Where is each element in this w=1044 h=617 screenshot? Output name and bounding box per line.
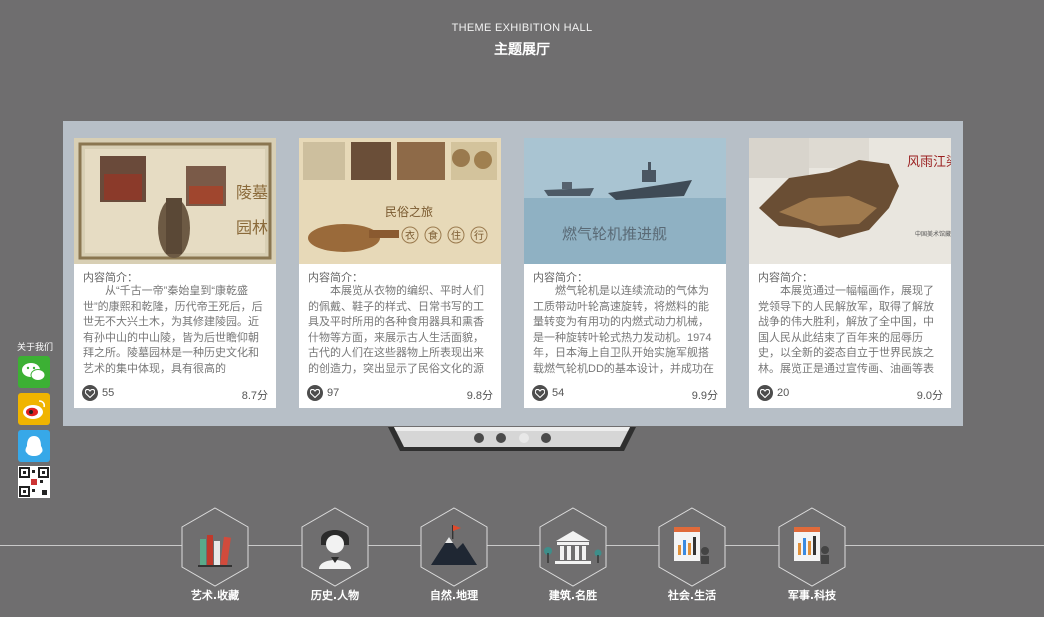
thumb-caption: 燃气轮机推进舰 bbox=[562, 225, 667, 243]
thumb-caption: 食 bbox=[428, 229, 438, 242]
intro-label: 内容简介： bbox=[83, 272, 138, 284]
category-label: 艺术.收藏 bbox=[190, 589, 240, 602]
card-footer: 20 9.0分 bbox=[757, 385, 943, 403]
header-title-cn: 主题展厅 bbox=[494, 42, 550, 58]
intro-label: 内容简介： bbox=[533, 272, 588, 284]
category-baseline bbox=[0, 545, 1044, 546]
exhibit-thumbnail[interactable]: 民俗之旅 衣 食 住 行 bbox=[299, 138, 501, 264]
intro-label: 内容简介： bbox=[308, 272, 363, 284]
thumb-caption: 中国美术馆藏 bbox=[915, 230, 951, 238]
exhibit-card[interactable]: 风雨江染 中国美术馆藏 内容简介： 本展览通过一幅幅画作，展现了党领导下的人民解… bbox=[749, 138, 951, 408]
like-count: 55 bbox=[102, 387, 115, 399]
exhibit-description: 本展览通过一幅幅画作，展现了党领导下的人民解放军，取得了解放战争的伟大胜利，解放… bbox=[758, 285, 934, 374]
thumb-caption: 风雨江染 bbox=[907, 155, 951, 170]
thumb-caption: 陵墓 bbox=[236, 183, 268, 202]
exhibit-description: 燃气轮机是以连续流动的气体为工质带动叶轮高速旋转，将燃料的能量转变为有用功的内燃… bbox=[533, 285, 714, 374]
category-label: 社会.生活 bbox=[667, 589, 717, 602]
heart-icon[interactable] bbox=[307, 385, 323, 401]
exhibit-thumbnail[interactable]: 风雨江染 中国美术馆藏 bbox=[749, 138, 951, 264]
exhibit-description: 本展览从衣物的编织、平时人们的佩戴、鞋子的样式、日常书写的工具及平时所用的各种食… bbox=[308, 285, 484, 374]
score: 9.8分 bbox=[466, 390, 493, 402]
thumb-caption: 行 bbox=[474, 229, 484, 242]
score: 8.7分 bbox=[241, 390, 268, 402]
header-title-en: THEME EXHIBITION HALL bbox=[451, 22, 593, 34]
qq-icon[interactable] bbox=[18, 430, 50, 462]
category-history-people[interactable]: 历史.人物 bbox=[300, 507, 370, 602]
heart-icon[interactable] bbox=[757, 385, 773, 401]
thumb-caption: 衣 bbox=[405, 229, 415, 242]
card-footer: 54 9.9分 bbox=[532, 385, 718, 403]
heart-icon[interactable] bbox=[532, 385, 548, 401]
category-art-collection[interactable]: 艺术.收藏 bbox=[180, 507, 250, 602]
weibo-icon[interactable] bbox=[18, 393, 50, 425]
category-label: 建筑.名胜 bbox=[548, 589, 598, 602]
score: 9.0分 bbox=[916, 390, 943, 402]
qrcode-icon[interactable] bbox=[18, 466, 50, 498]
exhibition-carousel: 陵墓 园林 内容简介： 从“千古一帝”秦始皇到“康乾盛世”的康熙和乾隆，历代帝王… bbox=[63, 121, 963, 426]
exhibit-thumbnail[interactable]: 陵墓 园林 bbox=[74, 138, 276, 264]
exhibit-card[interactable]: 燃气轮机推进舰 内容简介： 燃气轮机是以连续流动的气体为工质带动叶轮高速旋转，将… bbox=[524, 138, 726, 408]
thumb-caption: 民俗之旅 bbox=[385, 205, 433, 219]
about-us-label: 关于我们 bbox=[17, 342, 54, 352]
pager-dot[interactable] bbox=[474, 433, 484, 443]
card-footer: 55 8.7分 bbox=[82, 385, 268, 403]
exhibit-thumbnail[interactable]: 燃气轮机推进舰 bbox=[524, 138, 726, 264]
category-nature-geography[interactable]: 自然.地理 bbox=[419, 507, 489, 602]
like-count: 54 bbox=[552, 387, 565, 399]
like-count: 97 bbox=[327, 387, 340, 399]
exhibit-description: 从“千古一帝”秦始皇到“康乾盛世”的康熙和乾隆，历代帝王死后，后世无不大兴土木，… bbox=[83, 285, 263, 374]
category-label: 军事.科技 bbox=[787, 589, 837, 602]
like-count: 20 bbox=[777, 387, 790, 399]
pager-dot-active[interactable] bbox=[519, 433, 529, 443]
score: 9.9分 bbox=[691, 390, 718, 402]
exhibit-card[interactable]: 陵墓 园林 内容简介： 从“千古一帝”秦始皇到“康乾盛世”的康熙和乾隆，历代帝王… bbox=[74, 138, 276, 408]
card-footer: 97 9.8分 bbox=[307, 385, 493, 403]
exhibit-card[interactable]: 民俗之旅 衣 食 住 行 内容简介： 本展览从衣物的编织、平时人们的佩戴、鞋子的… bbox=[299, 138, 501, 408]
category-label: 自然.地理 bbox=[429, 589, 479, 602]
heart-icon[interactable] bbox=[82, 385, 98, 401]
carousel-pager bbox=[388, 427, 636, 451]
category-military-tech[interactable]: 军事.科技 bbox=[777, 507, 847, 602]
pager-dot[interactable] bbox=[541, 433, 551, 443]
thumb-caption: 住 bbox=[451, 229, 461, 242]
category-society-life[interactable]: 社会.生活 bbox=[657, 507, 727, 602]
intro-label: 内容简介： bbox=[758, 272, 813, 284]
category-label: 历史.人物 bbox=[310, 589, 360, 602]
category-architecture-sites[interactable]: 建筑.名胜 bbox=[538, 507, 608, 602]
thumb-caption: 园林 bbox=[236, 218, 268, 237]
wechat-icon[interactable] bbox=[18, 356, 50, 388]
pager-dot[interactable] bbox=[496, 433, 506, 443]
